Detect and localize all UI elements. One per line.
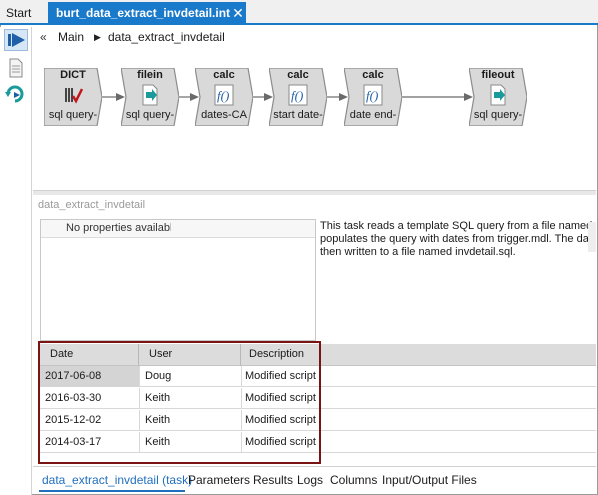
svg-text:f(): f() — [291, 88, 303, 103]
column-header-description[interactable]: Description — [249, 348, 304, 360]
node-label: sql query- — [125, 109, 175, 121]
node-label: sql query- — [473, 109, 523, 121]
node-label: dates-CA — [201, 109, 247, 121]
tool-rail — [0, 27, 32, 495]
svg-text:f(): f() — [217, 88, 229, 103]
run-button[interactable] — [4, 29, 28, 51]
properties-row: No properties available — [41, 220, 315, 238]
tab-logs[interactable]: Logs — [297, 473, 323, 487]
cell-divider — [241, 366, 242, 387]
file-input-icon — [140, 84, 160, 106]
run-icon — [8, 33, 25, 47]
node-title: calc — [287, 69, 309, 81]
table-row[interactable]: 2016-03-30 Keith Modified script — [39, 388, 596, 409]
cell-description: Modified script — [245, 370, 316, 382]
cell-divider — [139, 432, 140, 453]
document-button[interactable] — [4, 57, 28, 79]
node-title: filein — [137, 69, 163, 81]
function-icon: f() — [288, 84, 308, 106]
refresh-icon — [5, 85, 24, 103]
breadcrumb-separator-icon: ▶ — [94, 32, 101, 42]
splitter[interactable] — [33, 190, 596, 195]
cell-date: 2015-12-02 — [45, 414, 102, 426]
refresh-button[interactable] — [4, 83, 28, 105]
node-label: date end- — [349, 109, 397, 121]
description-line: populates the query with dates from trig… — [320, 233, 596, 245]
description-line: This task reads a template SQL query fro… — [320, 220, 596, 232]
cell-date: 2017-06-08 — [45, 370, 102, 382]
table-row[interactable]: 2017-06-08 Doug Modified script — [39, 366, 596, 387]
cell-user: Keith — [145, 392, 171, 404]
close-tab-icon[interactable]: ✕ — [231, 2, 245, 25]
tab-parameters[interactable]: Parameters — [188, 473, 250, 487]
properties-empty-text: No properties available — [66, 222, 171, 234]
workflow-node[interactable]: fileout sql query- — [469, 68, 527, 126]
active-tab-underline — [39, 490, 185, 492]
cell-divider — [139, 366, 140, 387]
tab-results[interactable]: Results — [253, 473, 293, 487]
workflow-canvas[interactable]: DICT sql query-filein sql query-calc f() dat… — [33, 50, 596, 190]
node-title: calc — [362, 69, 384, 81]
workflow-node[interactable]: calc f() dates-CA — [195, 68, 253, 126]
tab-columns[interactable]: Columns — [330, 473, 377, 487]
document-tab-strip: Start burt_data_extract_invdetail.int ✕ — [0, 0, 598, 25]
svg-text:f(): f() — [366, 88, 378, 103]
breadcrumb-main[interactable]: Main — [58, 29, 84, 45]
column-header-user[interactable]: User — [149, 348, 172, 360]
cell-date: 2014-03-17 — [45, 436, 102, 448]
table-row[interactable]: 2015-12-02 Keith Modified script — [39, 410, 596, 431]
cell-user: Keith — [145, 414, 171, 426]
file-output-icon — [488, 84, 508, 106]
properties-panel: No properties available — [40, 219, 316, 341]
task-description: This task reads a template SQL query fro… — [320, 220, 596, 259]
description-line: then written to a file named invdetail.s… — [320, 246, 516, 258]
breadcrumb-current: data_extract_invdetail — [108, 30, 225, 44]
node-label: start date- — [273, 109, 323, 121]
cell-description: Modified script — [245, 392, 316, 404]
cell-date: 2016-03-30 — [45, 392, 102, 404]
cell-divider — [241, 410, 242, 431]
node-title: calc — [213, 69, 235, 81]
history-header: Date User Description — [39, 344, 596, 366]
tab-task[interactable]: data_extract_invdetail (task) — [42, 473, 192, 487]
cell-user: Doug — [145, 370, 172, 382]
workflow-node[interactable]: filein sql query- — [121, 68, 179, 126]
node-label: sql query- — [48, 109, 98, 121]
tab-burt-data-extract-invdetail[interactable]: burt_data_extract_invdetail.int — [48, 2, 246, 25]
history-table: Date User Description 2017-06-08 Doug Mo… — [39, 344, 596, 460]
function-icon: f() — [363, 84, 383, 106]
cell-description: Modified script — [245, 436, 316, 448]
workflow-node[interactable]: calc f() start date- — [269, 68, 327, 126]
function-icon: f() — [214, 84, 234, 106]
back-icon[interactable]: « — [40, 29, 54, 45]
section-title: data_extract_invdetail — [38, 199, 146, 211]
document-icon — [9, 58, 23, 78]
workflow-node[interactable]: DICT sql query- — [44, 68, 102, 126]
dictionary-icon — [63, 84, 84, 106]
cell-divider — [241, 388, 242, 409]
node-title: fileout — [481, 69, 515, 81]
bottom-tab-bar: data_extract_invdetail (task) Parameters… — [33, 466, 596, 494]
cell-description: Modified script — [245, 414, 316, 426]
tab-input-output-files[interactable]: Input/Output Files — [382, 473, 477, 487]
tab-start[interactable]: Start — [6, 2, 44, 25]
cell-divider — [139, 410, 140, 431]
workflow-node[interactable]: calc f() date end- — [344, 68, 402, 126]
column-header-date[interactable]: Date — [50, 348, 73, 360]
cell-user: Keith — [145, 436, 171, 448]
node-title: DICT — [60, 69, 86, 81]
cell-divider — [241, 432, 242, 453]
description-scrollbar[interactable] — [588, 222, 596, 252]
table-row[interactable]: 2014-03-17 Keith Modified script — [39, 432, 596, 453]
cell-divider — [139, 388, 140, 409]
